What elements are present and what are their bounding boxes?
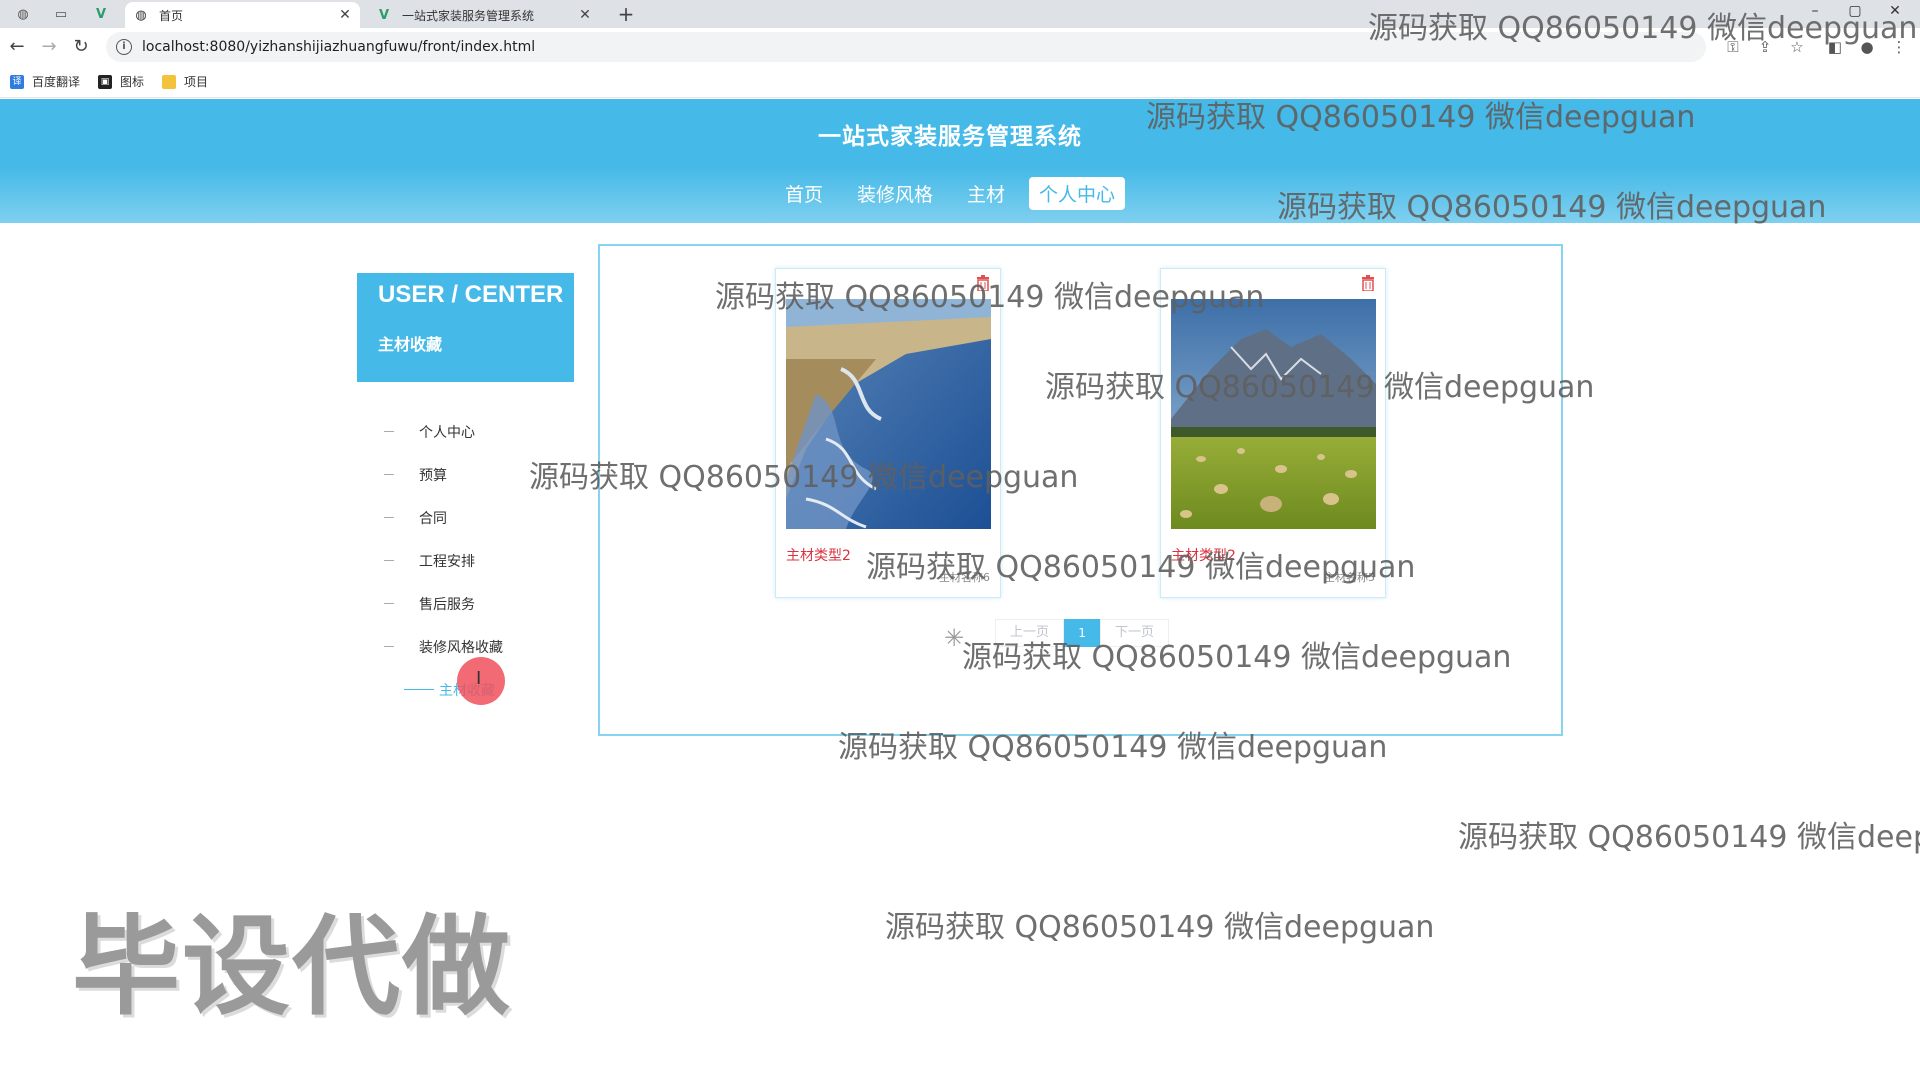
tab-title: 首页 [159, 8, 184, 23]
nav-main-material[interactable]: 主材 [957, 177, 1015, 210]
globe-icon[interactable]: ◍ [10, 4, 36, 24]
tab-system[interactable]: V 一站式家装服务管理系统 ✕ [368, 2, 600, 28]
text-cursor-icon: I [476, 668, 482, 689]
menu-item-profile[interactable]: 个人中心 [384, 410, 604, 453]
back-icon[interactable]: ← [6, 36, 28, 58]
bookmark-project[interactable]: 项目 [162, 73, 208, 90]
new-tab-button[interactable]: + [614, 2, 638, 26]
watermark-text: 源码获取 QQ86050149 微信deepguan [1146, 100, 1696, 135]
watermark-text: 源码获取 QQ86050149 微信deepguan [838, 730, 1388, 765]
watermark-text: 源码获取 QQ86050149 微信deepguan [962, 640, 1512, 675]
watermark-text: 源码获取 QQ86050149 微信deepguan [1045, 370, 1595, 405]
user-center-title: USER / CENTER [378, 281, 564, 308]
vue-icon: V [378, 7, 390, 23]
trash-icon[interactable] [1361, 275, 1375, 291]
tab-title: 一站式家装服务管理系统 [402, 8, 535, 23]
menu-item-label: 工程安排 [419, 553, 475, 570]
reload-icon[interactable]: ↻ [70, 36, 92, 58]
menu-item-contract[interactable]: 合同 [384, 496, 604, 539]
menu-item-label: 个人中心 [419, 424, 475, 441]
bookmark-baidu-translate[interactable]: 译 百度翻译 [10, 73, 80, 90]
close-icon[interactable]: ✕ [336, 7, 354, 23]
image-icon: ▣ [98, 74, 113, 89]
blank-tab-icon[interactable]: ▭ [48, 4, 74, 24]
bookmark-label: 项目 [184, 75, 209, 89]
material-type: 主材类型2 [786, 548, 851, 564]
close-icon[interactable]: ✕ [576, 7, 594, 23]
watermark-text: 源码获取 QQ86050149 微信deepguan [866, 550, 1416, 585]
nav-user-center[interactable]: 个人中心 [1029, 177, 1126, 210]
url-text: localhost:8080/yizhanshijiazhuangfuwu/fr… [142, 39, 536, 55]
forward-icon[interactable]: → [38, 36, 60, 58]
user-center-subtitle: 主材收藏 [378, 335, 443, 354]
bookmark-label: 百度翻译 [32, 75, 81, 89]
globe-icon: ◍ [135, 7, 147, 23]
user-center-box: USER / CENTER 主材收藏 [357, 273, 574, 382]
vue-icon[interactable]: V [88, 4, 114, 24]
menu-item-schedule[interactable]: 工程安排 [384, 539, 604, 582]
watermark-text: 源码获取 QQ86050149 微信deepguan [529, 460, 1079, 495]
watermark-big-text: 毕设代做 [72, 905, 513, 1030]
watermark-text: 源码获取 QQ86050149 微信deepguan [715, 280, 1265, 315]
menu-item-label: 合同 [419, 510, 447, 527]
nav-decoration-style[interactable]: 装修风格 [847, 177, 943, 210]
bookmark-label: 图标 [120, 75, 145, 89]
watermark-text: 源码获取 QQ86050149 微信deep [1458, 820, 1920, 855]
translate-icon: 译 [10, 74, 24, 89]
menu-item-after-sales[interactable]: 售后服务 [384, 582, 604, 625]
watermark-text: 源码获取 QQ86050149 微信deepguan [1368, 11, 1918, 46]
watermark-text: 源码获取 QQ86050149 微信deepguan [1277, 190, 1827, 225]
menu-item-label: 售后服务 [419, 596, 475, 613]
menu-item-label: 装修风格收藏 [419, 639, 503, 656]
bookmark-icons[interactable]: ▣ 图标 [98, 73, 144, 90]
menu-item-label: 预算 [419, 467, 447, 484]
folder-icon [162, 74, 177, 89]
hayfield-image[interactable] [1171, 299, 1376, 529]
tab-home[interactable]: ◍ 首页 ✕ [125, 2, 360, 28]
watermark-text: 源码获取 QQ86050149 微信deepguan [885, 910, 1435, 945]
info-icon[interactable]: i [116, 39, 132, 55]
nav-home[interactable]: 首页 [775, 177, 833, 210]
